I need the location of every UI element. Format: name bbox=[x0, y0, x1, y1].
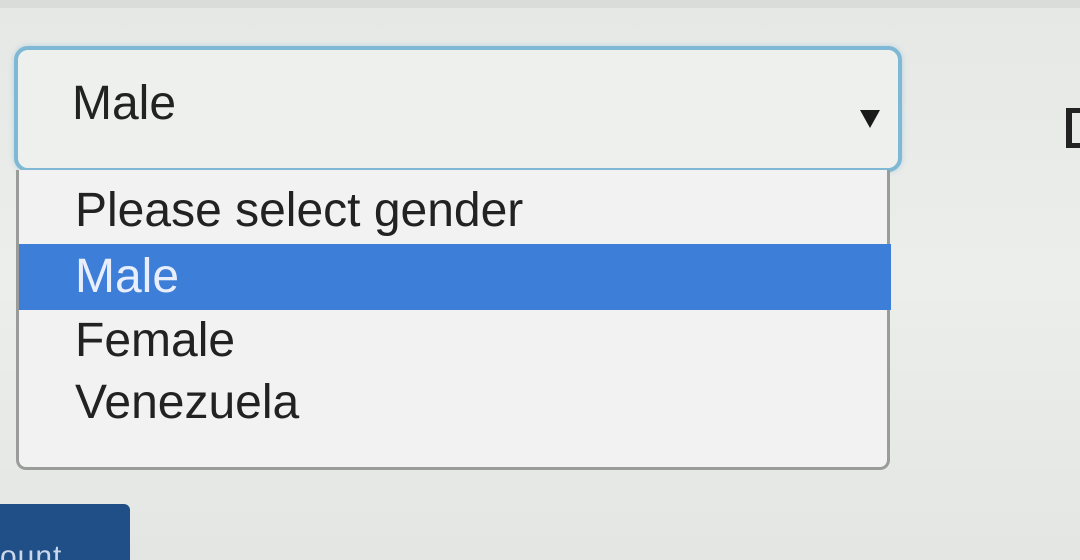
option-please-select-gender[interactable]: Please select gender bbox=[19, 178, 891, 244]
top-strip bbox=[0, 0, 1080, 8]
option-male[interactable]: Male bbox=[19, 244, 891, 310]
submit-button-label: ount bbox=[0, 540, 63, 560]
option-venezuela[interactable]: Venezuela bbox=[19, 370, 891, 436]
chevron-down-icon[interactable] bbox=[860, 110, 880, 128]
select-value: Male bbox=[72, 77, 177, 130]
partial-right-element bbox=[1066, 108, 1080, 148]
option-female[interactable]: Female bbox=[19, 308, 891, 374]
submit-button[interactable]: ount bbox=[0, 504, 130, 560]
page: Male Please select gender Male Female Ve… bbox=[0, 0, 1080, 560]
gender-select[interactable]: Male bbox=[14, 46, 902, 172]
gender-dropdown-list: Please select gender Male Female Venezue… bbox=[16, 170, 891, 470]
